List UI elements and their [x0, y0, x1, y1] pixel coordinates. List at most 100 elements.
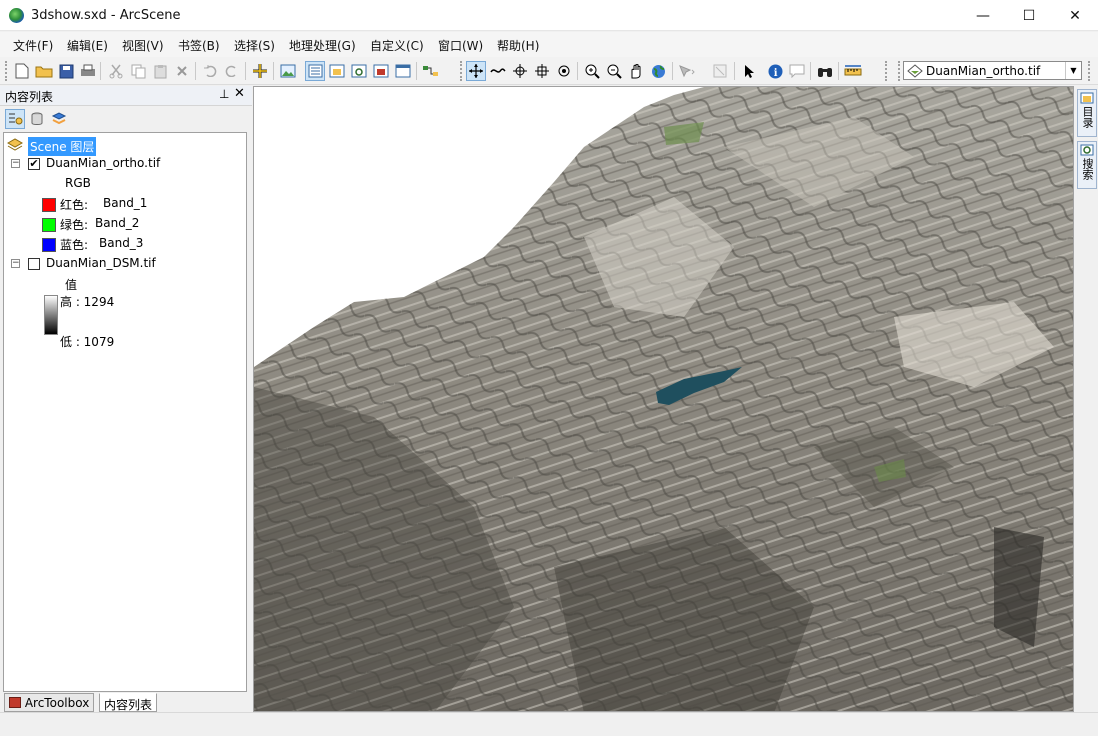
- python-window-icon[interactable]: [393, 61, 413, 81]
- green-band-swatch[interactable]: [42, 218, 56, 232]
- catalog-dock-tab[interactable]: 目录: [1077, 89, 1097, 137]
- menu-bar: 文件(F) 编辑(E) 视图(V) 书签(B) 选择(S) 地理处理(G) 自定…: [0, 32, 1098, 57]
- blue-band-value: Band_3: [99, 236, 144, 250]
- new-document-icon[interactable]: [12, 61, 32, 81]
- tab-arctoolbox-label: ArcToolbox: [24, 696, 90, 710]
- undo-icon[interactable]: [200, 61, 220, 81]
- elevation-color-ramp[interactable]: [44, 295, 58, 335]
- toolbar-separator: [195, 62, 196, 80]
- toolbar-separator: [734, 62, 735, 80]
- measure-ruler-icon[interactable]: [843, 61, 863, 81]
- delete-icon[interactable]: [172, 61, 192, 81]
- raster-layer-icon: [907, 64, 923, 81]
- zoom-in-icon[interactable]: [582, 61, 602, 81]
- set-observer-icon[interactable]: [554, 61, 574, 81]
- layer2-visibility-checkbox[interactable]: [28, 258, 40, 270]
- fly-icon[interactable]: [488, 61, 508, 81]
- list-by-visibility-icon[interactable]: [49, 109, 69, 129]
- zoom-out-icon[interactable]: [604, 61, 624, 81]
- paste-icon[interactable]: [150, 61, 170, 81]
- cut-icon[interactable]: [106, 61, 126, 81]
- search-dock-label: 搜索: [1081, 158, 1094, 180]
- catalog-window-icon[interactable]: [327, 61, 347, 81]
- menu-help[interactable]: 帮助(H): [497, 37, 539, 54]
- toolbar-grip[interactable]: [5, 61, 8, 81]
- minimize-button[interactable]: —: [960, 0, 1006, 31]
- toc-close-icon[interactable]: ✕: [234, 86, 245, 101]
- navigate-icon[interactable]: [466, 61, 486, 81]
- menu-geoprocessing[interactable]: 地理处理(G): [289, 37, 356, 54]
- layer2-legend-title: 值: [65, 278, 78, 292]
- search-icon: [1080, 144, 1094, 156]
- select-features-icon[interactable]: [677, 61, 697, 81]
- save-icon[interactable]: [56, 61, 76, 81]
- toc-toolbar: [0, 107, 252, 131]
- list-by-source-icon[interactable]: [27, 109, 47, 129]
- toolbar-separator: [245, 62, 246, 80]
- blue-band-swatch[interactable]: [42, 238, 56, 252]
- full-extent-globe-icon[interactable]: [648, 61, 668, 81]
- layer2-name[interactable]: DuanMian_DSM.tif: [46, 256, 156, 270]
- model-builder-icon[interactable]: [421, 61, 441, 81]
- scene-3d-view[interactable]: [253, 86, 1074, 712]
- menu-file[interactable]: 文件(F): [13, 37, 53, 54]
- layer-dropdown[interactable]: DuanMian_ortho.tif ▼: [903, 61, 1082, 80]
- arctoolbox-window-icon[interactable]: [371, 61, 391, 81]
- toolbar-separator: [416, 62, 417, 80]
- terrain-render[interactable]: [254, 87, 1074, 712]
- toolbar-separator: [838, 62, 839, 80]
- list-by-drawing-order-icon[interactable]: [5, 109, 25, 129]
- menu-bookmarks[interactable]: 书签(B): [178, 37, 220, 54]
- toolbox-icon: [9, 697, 21, 708]
- scene-layers-label: Scene 图层: [28, 137, 97, 156]
- find-binoculars-icon[interactable]: [815, 61, 835, 81]
- menu-view[interactable]: 视图(V): [122, 37, 164, 54]
- toolbar-grip[interactable]: [885, 61, 888, 81]
- toc-window-icon[interactable]: [305, 61, 325, 81]
- toolbar-grip[interactable]: [460, 61, 463, 81]
- window-title: 3dshow.sxd - ArcScene: [31, 8, 181, 23]
- tab-arctoolbox[interactable]: ArcToolbox: [4, 693, 95, 712]
- toc-tree: Scene 图层 − ✔ DuanMian_ortho.tif RGB 红色: …: [3, 132, 247, 692]
- html-popup-icon[interactable]: [787, 61, 807, 81]
- menu-selection[interactable]: 选择(S): [234, 37, 275, 54]
- clear-selection-icon[interactable]: [710, 61, 730, 81]
- identify-icon[interactable]: i: [765, 61, 785, 81]
- select-elements-arrow-icon[interactable]: [739, 61, 759, 81]
- menu-edit[interactable]: 编辑(E): [67, 37, 108, 54]
- toolbar-grip[interactable]: [898, 61, 901, 81]
- search-window-icon[interactable]: [349, 61, 369, 81]
- layer-dropdown-value: DuanMian_ortho.tif: [926, 64, 1041, 78]
- toc-header: 内容列表 ⊥ ✕: [0, 86, 252, 106]
- zoom-to-target-icon[interactable]: [532, 61, 552, 81]
- target-center-icon[interactable]: [510, 61, 530, 81]
- red-band-swatch[interactable]: [42, 198, 56, 212]
- pan-hand-icon[interactable]: [626, 61, 646, 81]
- copy-icon[interactable]: [128, 61, 148, 81]
- redo-icon[interactable]: [222, 61, 242, 81]
- add-image-icon[interactable]: [278, 61, 298, 81]
- pin-icon[interactable]: ⊥: [219, 87, 229, 101]
- elevation-high-label: 高 : 1294: [60, 295, 115, 309]
- close-button[interactable]: ✕: [1052, 0, 1098, 31]
- print-icon[interactable]: [78, 61, 98, 81]
- toolbar-separator: [273, 62, 274, 80]
- layer1-legend-title: RGB: [65, 176, 91, 190]
- menu-customize[interactable]: 自定义(C): [370, 37, 424, 54]
- toolbar-grip[interactable]: [1088, 61, 1091, 81]
- toolbar-separator: [810, 62, 811, 80]
- open-folder-icon[interactable]: [34, 61, 54, 81]
- chevron-down-icon[interactable]: ▼: [1065, 62, 1081, 79]
- layer2-expander[interactable]: −: [11, 259, 20, 268]
- layer1-name[interactable]: DuanMian_ortho.tif: [46, 156, 160, 170]
- tab-table-of-contents[interactable]: 内容列表: [99, 693, 158, 712]
- add-data-icon[interactable]: [250, 61, 270, 81]
- menu-windows[interactable]: 窗口(W): [438, 37, 483, 54]
- search-dock-tab[interactable]: 搜索: [1077, 141, 1097, 189]
- scene-layers-root[interactable]: Scene 图层: [6, 135, 126, 156]
- blue-band-label: 蓝色:: [60, 238, 89, 252]
- layer1-expander[interactable]: −: [11, 159, 20, 168]
- layer1-visibility-checkbox[interactable]: ✔: [28, 158, 40, 170]
- svg-text:i: i: [773, 68, 777, 79]
- maximize-button[interactable]: ☐: [1006, 0, 1052, 31]
